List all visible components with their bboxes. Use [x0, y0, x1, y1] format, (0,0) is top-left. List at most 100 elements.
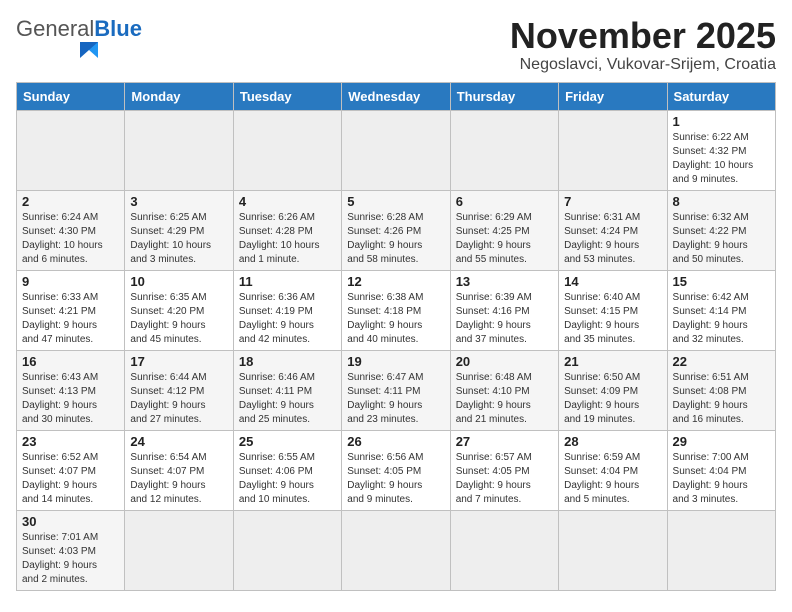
day-number: 17	[130, 354, 227, 369]
calendar-cell	[559, 110, 667, 190]
calendar-cell: 4Sunrise: 6:26 AM Sunset: 4:28 PM Daylig…	[233, 190, 341, 270]
calendar-cell: 9Sunrise: 6:33 AM Sunset: 4:21 PM Daylig…	[17, 270, 125, 350]
calendar-week-row: 23 Sunrise: 6:52 AM Sunset: 4:07 PM Dayli…	[17, 430, 776, 510]
day-number: 13	[456, 274, 553, 289]
calendar-table: Sunday Monday Tuesday Wednesday Thursday…	[16, 82, 776, 591]
day-info: Sunrise: 6:39 AM Sunset: 4:16 PM Dayligh…	[456, 291, 553, 347]
day-info: Sunrise: 6:54 AM Sunset: 4:07 PM Dayligh…	[130, 451, 227, 507]
day-number: 22	[673, 354, 770, 369]
calendar-cell: 26 Sunrise: 6:56 AM Sunset: 4:05 PM Dayli…	[342, 430, 450, 510]
calendar-cell	[17, 110, 125, 190]
calendar-cell: 8 Sunrise: 6:32 AM Sunset: 4:22 PM Daylig…	[667, 190, 775, 270]
calendar-cell: 7 Sunrise: 6:31 AM Sunset: 4:24 PM Daylig…	[559, 190, 667, 270]
calendar-cell: 24 Sunrise: 6:54 AM Sunset: 4:07 PM Dayli…	[125, 430, 233, 510]
col-friday: Friday	[559, 82, 667, 110]
day-number: 25	[239, 434, 336, 449]
day-number: 16	[22, 354, 119, 369]
day-number: 23	[22, 434, 119, 449]
day-info: Sunrise: 6:47 AM Sunset: 4:11 PM Dayligh…	[347, 371, 444, 427]
day-info: Sunrise: 6:22 AM Sunset: 4:32 PM Dayligh…	[673, 131, 770, 187]
calendar-cell	[450, 510, 558, 590]
month-title: November 2025	[510, 16, 776, 56]
day-number: 1	[673, 114, 770, 129]
location-title: Negoslavci, Vukovar-Srijem, Croatia	[510, 56, 776, 74]
logo-blue-text: Blue	[94, 16, 142, 42]
page-header: General Blue November 2025 Negoslavci, V…	[16, 16, 776, 74]
day-info: Sunrise: 6:29 AM Sunset: 4:25 PM Dayligh…	[456, 211, 553, 267]
calendar-cell: 5 Sunrise: 6:28 AM Sunset: 4:26 PM Daylig…	[342, 190, 450, 270]
day-number: 12	[347, 274, 444, 289]
col-sunday: Sunday	[17, 82, 125, 110]
logo: General Blue	[16, 16, 142, 58]
day-number: 24	[130, 434, 227, 449]
calendar-cell: 10Sunrise: 6:35 AM Sunset: 4:20 PM Dayli…	[125, 270, 233, 350]
day-number: 21	[564, 354, 661, 369]
calendar-cell: 6 Sunrise: 6:29 AM Sunset: 4:25 PM Daylig…	[450, 190, 558, 270]
day-info: Sunrise: 6:46 AM Sunset: 4:11 PM Dayligh…	[239, 371, 336, 427]
day-info: Sunrise: 6:32 AM Sunset: 4:22 PM Dayligh…	[673, 211, 770, 267]
col-thursday: Thursday	[450, 82, 558, 110]
calendar-cell: 13 Sunrise: 6:39 AM Sunset: 4:16 PM Dayli…	[450, 270, 558, 350]
calendar-cell	[342, 510, 450, 590]
day-number: 15	[673, 274, 770, 289]
calendar-cell: 11Sunrise: 6:36 AM Sunset: 4:19 PM Dayli…	[233, 270, 341, 350]
day-info: Sunrise: 6:28 AM Sunset: 4:26 PM Dayligh…	[347, 211, 444, 267]
day-info: Sunrise: 7:00 AM Sunset: 4:04 PM Dayligh…	[673, 451, 770, 507]
calendar-cell: 14 Sunrise: 6:40 AM Sunset: 4:15 PM Dayli…	[559, 270, 667, 350]
calendar-cell: 27 Sunrise: 6:57 AM Sunset: 4:05 PM Dayli…	[450, 430, 558, 510]
day-number: 4	[239, 194, 336, 209]
day-info: Sunrise: 6:44 AM Sunset: 4:12 PM Dayligh…	[130, 371, 227, 427]
day-info: Sunrise: 6:25 AM Sunset: 4:29 PM Dayligh…	[130, 211, 227, 267]
col-wednesday: Wednesday	[342, 82, 450, 110]
day-number: 2	[22, 194, 119, 209]
day-info: Sunrise: 6:38 AM Sunset: 4:18 PM Dayligh…	[347, 291, 444, 347]
day-number: 14	[564, 274, 661, 289]
calendar-cell: 21 Sunrise: 6:50 AM Sunset: 4:09 PM Dayli…	[559, 350, 667, 430]
calendar-header-row: Sunday Monday Tuesday Wednesday Thursday…	[17, 82, 776, 110]
day-number: 5	[347, 194, 444, 209]
day-info: Sunrise: 6:50 AM Sunset: 4:09 PM Dayligh…	[564, 371, 661, 427]
day-number: 9	[22, 274, 119, 289]
calendar-cell: 23 Sunrise: 6:52 AM Sunset: 4:07 PM Dayli…	[17, 430, 125, 510]
calendar-cell: 16Sunrise: 6:43 AM Sunset: 4:13 PM Dayli…	[17, 350, 125, 430]
calendar-cell: 28Sunrise: 6:59 AM Sunset: 4:04 PM Dayli…	[559, 430, 667, 510]
calendar-cell	[667, 510, 775, 590]
day-number: 11	[239, 274, 336, 289]
calendar-week-row: 9Sunrise: 6:33 AM Sunset: 4:21 PM Daylig…	[17, 270, 776, 350]
col-monday: Monday	[125, 82, 233, 110]
day-number: 18	[239, 354, 336, 369]
day-info: Sunrise: 6:55 AM Sunset: 4:06 PM Dayligh…	[239, 451, 336, 507]
day-info: Sunrise: 6:57 AM Sunset: 4:05 PM Dayligh…	[456, 451, 553, 507]
calendar-cell	[125, 110, 233, 190]
calendar-week-row: 16Sunrise: 6:43 AM Sunset: 4:13 PM Dayli…	[17, 350, 776, 430]
day-info: Sunrise: 6:31 AM Sunset: 4:24 PM Dayligh…	[564, 211, 661, 267]
calendar-cell: 2Sunrise: 6:24 AM Sunset: 4:30 PM Daylig…	[17, 190, 125, 270]
calendar-cell: 1 Sunrise: 6:22 AM Sunset: 4:32 PM Daylig…	[667, 110, 775, 190]
day-number: 26	[347, 434, 444, 449]
day-info: Sunrise: 6:52 AM Sunset: 4:07 PM Dayligh…	[22, 451, 119, 507]
day-number: 10	[130, 274, 227, 289]
day-info: Sunrise: 7:01 AM Sunset: 4:03 PM Dayligh…	[22, 531, 119, 587]
calendar-cell: 3 Sunrise: 6:25 AM Sunset: 4:29 PM Daylig…	[125, 190, 233, 270]
day-number: 19	[347, 354, 444, 369]
day-number: 3	[130, 194, 227, 209]
logo-general-text: General	[16, 16, 94, 42]
calendar-cell: 30Sunrise: 7:01 AM Sunset: 4:03 PM Dayli…	[17, 510, 125, 590]
day-info: Sunrise: 6:48 AM Sunset: 4:10 PM Dayligh…	[456, 371, 553, 427]
day-number: 8	[673, 194, 770, 209]
day-number: 7	[564, 194, 661, 209]
calendar-cell	[125, 510, 233, 590]
calendar-cell	[559, 510, 667, 590]
day-number: 20	[456, 354, 553, 369]
calendar-week-row: 1 Sunrise: 6:22 AM Sunset: 4:32 PM Daylig…	[17, 110, 776, 190]
day-number: 27	[456, 434, 553, 449]
day-info: Sunrise: 6:40 AM Sunset: 4:15 PM Dayligh…	[564, 291, 661, 347]
calendar-week-row: 2Sunrise: 6:24 AM Sunset: 4:30 PM Daylig…	[17, 190, 776, 270]
calendar-cell: 12 Sunrise: 6:38 AM Sunset: 4:18 PM Dayli…	[342, 270, 450, 350]
calendar-cell: 29Sunrise: 7:00 AM Sunset: 4:04 PM Dayli…	[667, 430, 775, 510]
day-info: Sunrise: 6:56 AM Sunset: 4:05 PM Dayligh…	[347, 451, 444, 507]
calendar-cell: 25 Sunrise: 6:55 AM Sunset: 4:06 PM Dayli…	[233, 430, 341, 510]
calendar-cell	[342, 110, 450, 190]
calendar-cell	[233, 110, 341, 190]
day-number: 6	[456, 194, 553, 209]
